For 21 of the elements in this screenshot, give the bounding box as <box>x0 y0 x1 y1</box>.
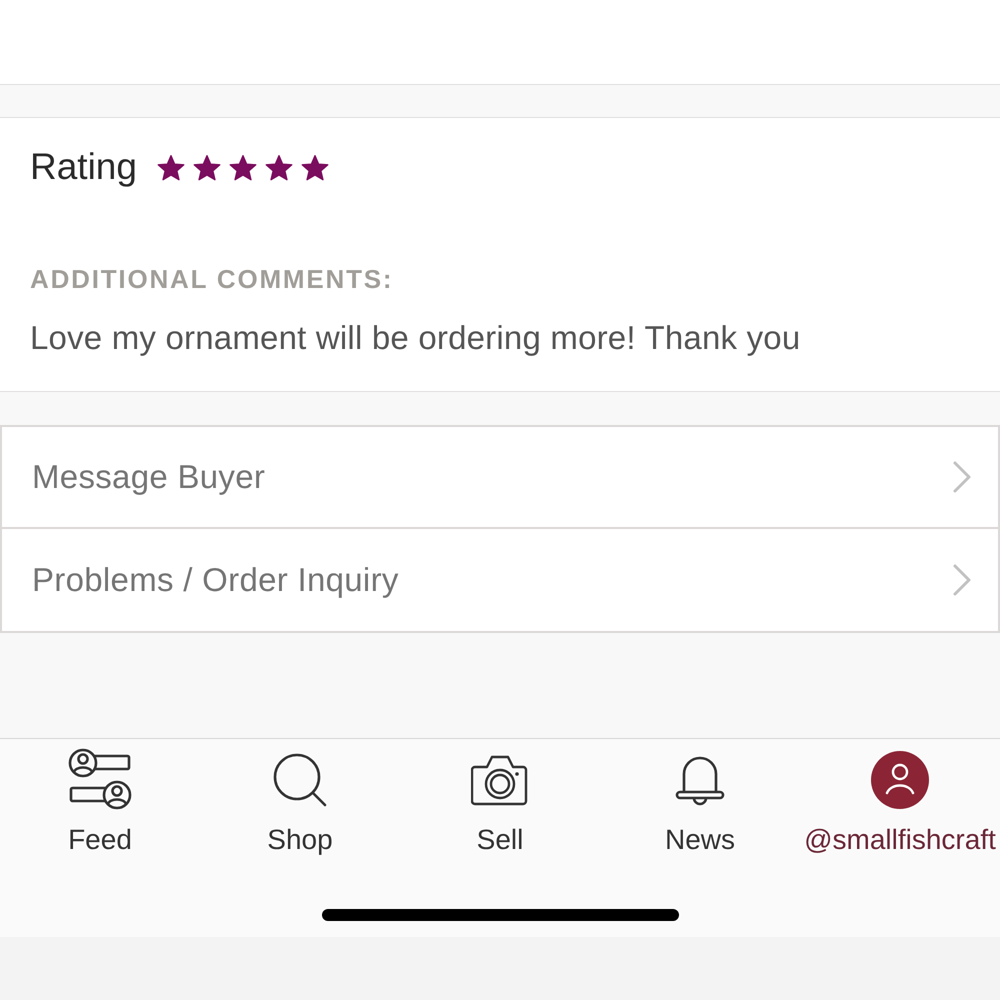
camera-icon <box>471 753 529 807</box>
menu-row[interactable]: Message Buyer <box>0 425 1000 529</box>
comment-text: Love my ornament will be ordering more! Thank you <box>30 320 800 356</box>
chevron-right-icon <box>952 563 972 597</box>
star-icon <box>228 154 257 182</box>
star-icon <box>264 154 293 182</box>
profiles-icon <box>68 748 132 812</box>
tab-button[interactable]: News <box>600 739 800 857</box>
star-icon <box>300 154 329 182</box>
search-icon <box>272 753 328 807</box>
tab-button[interactable]: @smallfishcraft <box>800 739 1000 857</box>
menu-row[interactable]: Problems / Order Inquiry <box>0 529 1000 633</box>
tab-button[interactable]: Sell <box>400 739 600 857</box>
star-icon <box>156 154 185 182</box>
chevron-right-icon <box>952 460 972 494</box>
comments-label: ADDITIONAL COMMENTS: <box>30 263 394 295</box>
star-icon <box>192 154 221 182</box>
rating-label: Rating <box>30 145 137 189</box>
avatar-icon <box>871 751 929 809</box>
tab-button[interactable]: Feed <box>0 739 200 857</box>
tab-button[interactable]: Shop <box>200 739 400 857</box>
